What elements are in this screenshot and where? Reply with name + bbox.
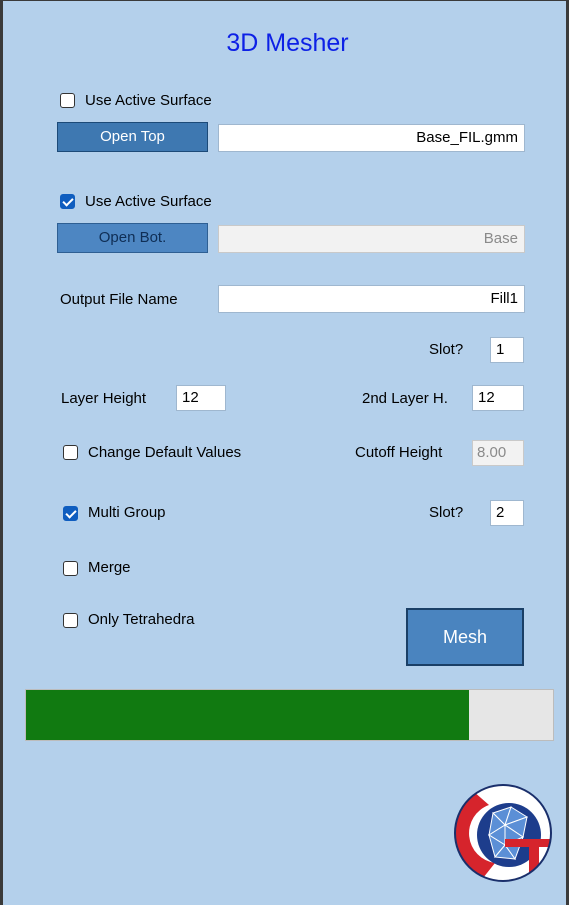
output-slot-field[interactable]: 1 bbox=[490, 337, 524, 363]
change-defaults-label: Change Default Values bbox=[88, 444, 242, 461]
only-tetrahedra-checkbox[interactable] bbox=[63, 613, 78, 628]
layer-height-field[interactable]: 12 bbox=[176, 385, 226, 411]
layer-height-label: Layer Height bbox=[61, 390, 147, 407]
multi-group-checkbox[interactable] bbox=[63, 506, 78, 521]
top-file-field[interactable]: Base_FIL.gmm bbox=[218, 124, 525, 152]
only-tetrahedra-label: Only Tetrahedra bbox=[88, 611, 195, 628]
progress-bar bbox=[25, 689, 554, 741]
second-layer-height-label: 2nd Layer H. bbox=[362, 390, 448, 407]
cutoff-height-field: 8.00 bbox=[472, 440, 524, 466]
bottom-file-field: Base bbox=[218, 225, 525, 253]
open-bot-button[interactable]: Open Bot. bbox=[57, 223, 208, 253]
output-file-field[interactable]: Fill1 bbox=[218, 285, 525, 313]
mesher-panel: 3D Mesher Use Active Surface Open Top Ba… bbox=[0, 0, 569, 905]
second-layer-height-field[interactable]: 12 bbox=[472, 385, 524, 411]
output-slot-label: Slot? bbox=[429, 341, 464, 358]
multi-group-slot-field[interactable]: 2 bbox=[490, 500, 524, 526]
merge-checkbox[interactable] bbox=[63, 561, 78, 576]
window-title: 3D Mesher bbox=[226, 29, 349, 57]
multi-group-slot-label: Slot? bbox=[429, 504, 464, 521]
output-file-label: Output File Name bbox=[60, 291, 178, 308]
bottom-use-active-checkbox[interactable] bbox=[60, 194, 75, 209]
mesh-button[interactable]: Mesh bbox=[406, 608, 524, 666]
multi-group-label: Multi Group bbox=[88, 504, 166, 521]
change-defaults-checkbox[interactable] bbox=[63, 445, 78, 460]
open-top-button[interactable]: Open Top bbox=[57, 122, 208, 152]
cutoff-height-label: Cutoff Height bbox=[355, 444, 443, 461]
merge-label: Merge bbox=[88, 559, 131, 576]
app-logo-icon bbox=[453, 783, 554, 884]
bottom-use-active-label: Use Active Surface bbox=[85, 193, 212, 210]
top-use-active-checkbox[interactable] bbox=[60, 93, 75, 108]
progress-bar-fill bbox=[26, 690, 469, 740]
top-use-active-label: Use Active Surface bbox=[85, 92, 212, 109]
